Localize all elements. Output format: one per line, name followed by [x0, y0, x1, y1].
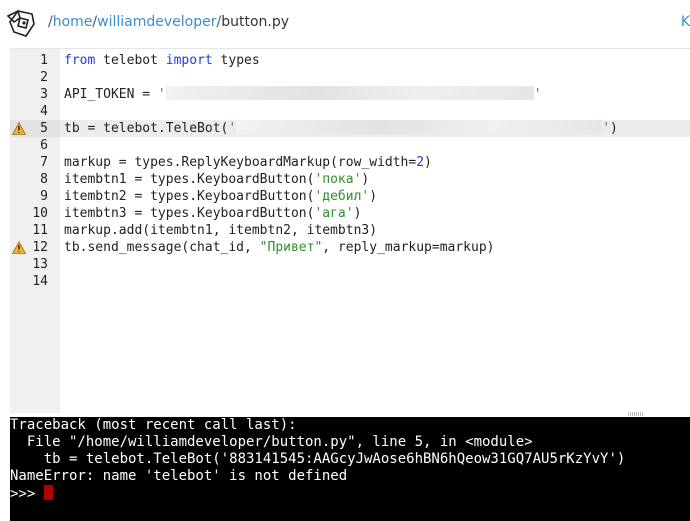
- pythonanywhere-logo-icon[interactable]: [4, 8, 40, 40]
- line-number: 13: [10, 256, 60, 273]
- code-string: 'дебил': [314, 189, 370, 204]
- code-text: ): [424, 155, 432, 170]
- console-prompt-line[interactable]: >>>: [10, 485, 690, 503]
- header-bar: /home/williamdeveloper/button.py K: [0, 0, 690, 48]
- code-text: itembtn2 = types.KeyboardButton(: [64, 189, 315, 204]
- code-line[interactable]: [64, 273, 690, 290]
- code-keyword: import: [165, 53, 213, 68]
- line-number: 5: [10, 120, 60, 137]
- line-number-text: 2: [40, 70, 48, 85]
- line-number-text: 6: [40, 138, 48, 153]
- code-line[interactable]: [64, 69, 690, 86]
- line-number: 11: [10, 222, 60, 239]
- code-text: markup.add(itembtn1, itembtn2, itembtn3): [64, 223, 378, 238]
- console-traceback-line: File "/home/williamdeveloper/button.py",…: [10, 434, 533, 450]
- console-cursor: [43, 485, 53, 500]
- line-number-text: 8: [40, 172, 48, 187]
- warning-triangle-icon[interactable]: [12, 122, 26, 135]
- breadcrumb-file: button.py: [221, 14, 290, 30]
- redacted-token: [165, 86, 534, 100]
- code-string: ': [157, 87, 166, 102]
- code-line[interactable]: itembtn1 = types.KeyboardButton('пока'): [64, 171, 690, 188]
- line-number-text: 14: [32, 274, 48, 289]
- breadcrumb: /home/williamdeveloper/button.py: [48, 14, 289, 30]
- code-line[interactable]: API_TOKEN = ' ': [64, 86, 690, 103]
- code-text: , reply_markup=markup): [322, 240, 495, 255]
- line-number: 7: [10, 154, 60, 171]
- code-line[interactable]: itembtn2 = types.KeyboardButton('дебил'): [64, 188, 690, 205]
- code-keyword: from: [64, 53, 96, 68]
- code-string: "Привет": [259, 240, 323, 255]
- code-string: 'ага': [314, 206, 354, 221]
- code-text: ): [361, 172, 370, 187]
- code-line[interactable]: [64, 137, 690, 154]
- line-number: 9: [10, 188, 60, 205]
- header-right-link[interactable]: K: [681, 14, 690, 30]
- line-number: 10: [10, 205, 60, 222]
- warning-triangle-icon[interactable]: [12, 241, 26, 254]
- line-number-text: 12: [32, 240, 48, 255]
- line-number: 14: [10, 273, 60, 290]
- code-line[interactable]: [64, 256, 690, 273]
- breadcrumb-user-link[interactable]: williamdeveloper: [97, 14, 216, 30]
- breadcrumb-home-link[interactable]: home: [53, 14, 93, 30]
- python-console[interactable]: Traceback (most recent call last): File …: [10, 417, 690, 521]
- line-number-text: 11: [32, 223, 48, 238]
- code-string: 'пока': [314, 172, 362, 187]
- line-number: 12: [10, 239, 60, 256]
- line-number-gutter: 1 2 3 4 5 6 7 8 9 10 11 12 13 14: [10, 49, 60, 413]
- code-line[interactable]: tb = telebot.TeleBot(' '): [64, 120, 690, 137]
- code-line[interactable]: itembtn3 = types.KeyboardButton('ага'): [64, 205, 690, 222]
- code-string: ': [602, 121, 611, 136]
- line-number: 1: [10, 52, 60, 69]
- console-error-line: NameError: name 'telebot' is not defined: [10, 468, 348, 484]
- code-area[interactable]: from telebot import types API_TOKEN = ' ' t…: [60, 49, 690, 413]
- console-traceback-line: tb = telebot.TeleBot('883141545:AAGcyJwA…: [10, 451, 626, 467]
- line-number: 2: [10, 69, 60, 86]
- line-number-text: 1: [40, 53, 48, 68]
- code-line[interactable]: from telebot import types: [64, 52, 690, 69]
- line-number-text: 3: [40, 87, 48, 102]
- line-number-text: 5: [40, 121, 48, 136]
- code-text: ): [353, 206, 362, 221]
- console-traceback-line: Traceback (most recent call last):: [10, 417, 297, 433]
- code-line[interactable]: [64, 103, 690, 120]
- line-number-text: 7: [40, 155, 48, 170]
- code-line[interactable]: tb.send_message(chat_id, "Привет", reply…: [64, 239, 690, 256]
- code-text: telebot: [95, 53, 166, 68]
- code-text: itembtn3 = types.KeyboardButton(: [64, 206, 315, 221]
- line-number-text: 4: [40, 104, 48, 119]
- line-number: 4: [10, 103, 60, 120]
- code-editor[interactable]: 1 2 3 4 5 6 7 8 9 10 11 12 13 14 from telebot import …: [10, 48, 690, 413]
- code-text: ): [610, 121, 618, 136]
- code-line[interactable]: markup.add(itembtn1, itembtn2, itembtn3): [64, 222, 690, 239]
- code-text: types: [212, 53, 260, 68]
- line-number-text: 10: [32, 206, 48, 221]
- code-text: ): [369, 189, 378, 204]
- code-text: markup = types.ReplyKeyboardMarkup(row_w…: [64, 155, 417, 170]
- line-number: 6: [10, 137, 60, 154]
- code-text: tb.send_message(chat_id,: [64, 240, 260, 255]
- redacted-token: [236, 120, 603, 134]
- code-text: tb = telebot.TeleBot(: [64, 121, 229, 136]
- line-number-text: 13: [32, 257, 48, 272]
- code-line[interactable]: markup = types.ReplyKeyboardMarkup(row_w…: [64, 154, 690, 171]
- line-number-text: 9: [40, 189, 48, 204]
- console-output: Traceback (most recent call last): File …: [10, 417, 690, 485]
- console-prompt: >>>: [10, 486, 44, 502]
- line-number: 8: [10, 171, 60, 188]
- code-text: itembtn1 = types.KeyboardButton(: [64, 172, 315, 187]
- code-text: API_TOKEN =: [64, 87, 158, 102]
- code-string: ': [533, 87, 542, 102]
- code-number: 2: [416, 155, 425, 170]
- line-number: 3: [10, 86, 60, 103]
- code-string: ': [228, 121, 237, 136]
